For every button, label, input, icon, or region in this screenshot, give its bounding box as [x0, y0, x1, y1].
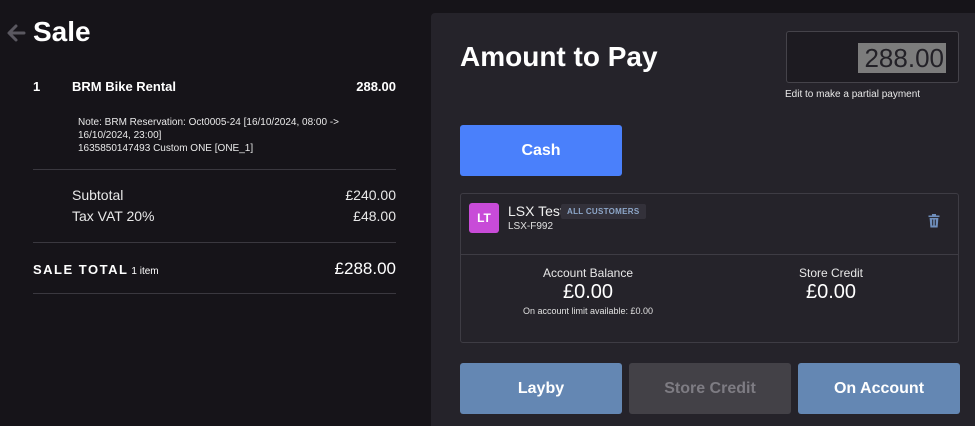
- account-balance: Account Balance £0.00 On account limit a…: [478, 266, 698, 316]
- customer-code: LSX-F992: [508, 221, 554, 232]
- note-line: Note: BRM Reservation: Oct0005-24 [16/10…: [78, 117, 339, 128]
- customer-card: LT LSX Test ALL CUSTOMERS LSX-F992 Accou…: [460, 193, 959, 343]
- tax-label: Tax VAT 20%: [72, 208, 155, 224]
- sale-total-text: SALE TOTAL: [33, 262, 129, 277]
- line-item-qty: 1: [33, 79, 41, 94]
- card-divider: [461, 254, 958, 255]
- sale-total-items: 1 item: [131, 266, 159, 277]
- payment-panel: Amount to Pay Edit to make a partial pay…: [431, 13, 975, 426]
- account-balance-value: £0.00: [562, 281, 614, 303]
- divider: [33, 242, 396, 243]
- customer-name[interactable]: LSX Test: [508, 203, 564, 219]
- amount-to-pay-title: Amount to Pay: [460, 41, 658, 72]
- line-item-price: 288.00: [356, 79, 396, 94]
- note-line: 1635850147493 Custom ONE [ONE_1]: [78, 143, 254, 154]
- sale-total-value: £288.00: [334, 259, 396, 278]
- subtotal-label: Subtotal: [72, 187, 124, 203]
- store-credit: Store Credit £0.00: [721, 266, 941, 304]
- trash-icon[interactable]: [928, 214, 940, 228]
- page-title: Sale: [33, 16, 91, 47]
- line-item-name[interactable]: BRM Bike Rental: [72, 79, 176, 94]
- amount-field-box: [786, 31, 959, 83]
- line-item-note: Note: BRM Reservation: Oct0005-24 [16/10…: [78, 116, 378, 155]
- layby-button[interactable]: Layby: [460, 363, 622, 414]
- divider: [33, 169, 396, 170]
- store-credit-label: Store Credit: [798, 266, 864, 280]
- on-account-button[interactable]: On Account: [798, 363, 960, 414]
- store-credit-button[interactable]: Store Credit: [629, 363, 791, 414]
- sale-total-label: SALE TOTAL 1 item: [33, 262, 159, 277]
- divider: [33, 293, 396, 294]
- account-limit-text: On account limit available: £0.00: [522, 306, 654, 316]
- avatar: LT: [469, 203, 499, 233]
- subtotal-value: £240.00: [345, 187, 396, 203]
- sale-panel: Sale 1 BRM Bike Rental 288.00 Note: BRM …: [0, 0, 420, 426]
- back-arrow-icon[interactable]: [6, 22, 26, 44]
- store-credit-value: £0.00: [805, 281, 857, 303]
- note-line: 16/10/2024, 23:00]: [78, 130, 162, 141]
- customer-group-badge: ALL CUSTOMERS: [561, 204, 646, 219]
- cash-button[interactable]: Cash: [460, 125, 622, 176]
- tax-value: £48.00: [353, 208, 396, 224]
- amount-input[interactable]: [858, 43, 946, 73]
- partial-payment-hint: Edit to make a partial payment: [785, 89, 921, 100]
- account-balance-label: Account Balance: [542, 266, 634, 280]
